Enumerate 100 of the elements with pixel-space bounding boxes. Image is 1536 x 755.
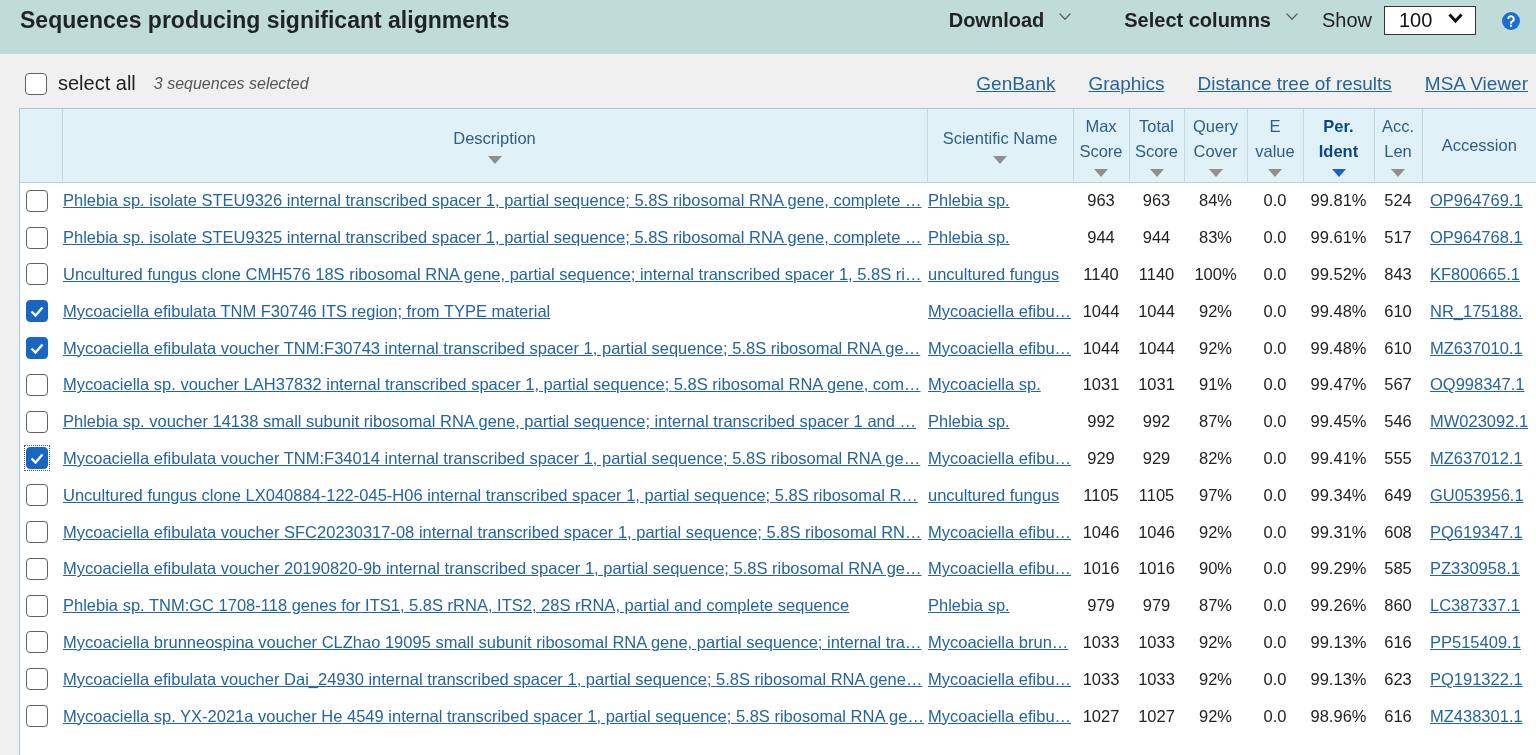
section-title: Sequences producing significant alignments (20, 7, 510, 34)
table-cell-text: 0.0 (1262, 300, 1288, 322)
dropdown-menu-button[interactable]: Select columns (1124, 9, 1298, 32)
accession-link[interactable]: KF800665.1 (1430, 265, 1520, 283)
description-link[interactable]: Mycoaciella sp. voucher LAH37832 internal transcribed spacer 1, partial sequence; 5.8S ribosomal RNA gene, com… (63, 375, 921, 394)
table-cell-text: 610 (1383, 337, 1413, 359)
scientific-name-link[interactable]: Phlebia sp. (928, 191, 1010, 210)
column-header[interactable]: Total Score (1129, 109, 1184, 182)
table-cell-text: 944 (1141, 227, 1172, 249)
sort-arrow-icon (1331, 168, 1346, 177)
toolbar-link[interactable]: Graphics (1088, 72, 1165, 95)
table-cell-text: 99.47% (1309, 374, 1368, 396)
table-cell-text: 1027 (1081, 705, 1121, 727)
row-checkbox[interactable] (24, 592, 50, 619)
scientific-name-link[interactable]: Phlebia sp. (928, 228, 1010, 247)
table-cell: 84% (1184, 182, 1247, 220)
accession-link[interactable]: PQ191322.1 (1430, 669, 1523, 688)
scientific-name-link[interactable]: Mycoaciella brun… (928, 632, 1069, 651)
column-header[interactable]: Scientific Name (927, 109, 1073, 182)
table-cell: 99.81% (1303, 182, 1374, 220)
accession-link[interactable]: MZ637012.1 (1430, 448, 1523, 467)
description-link[interactable]: Uncultured fungus clone LX040884-122-045-H06 internal transcribed spacer 1, partial sequence; 5.8S ribosomal R… (63, 485, 918, 504)
dropdown-menu-button[interactable]: Download (948, 9, 1072, 32)
column-header[interactable]: Max Score (1073, 109, 1129, 182)
scientific-name-link[interactable]: Phlebia sp. (928, 596, 1010, 615)
table-cell-text: 92% (1198, 521, 1233, 543)
scientific-name-link[interactable]: Phlebia sp. (928, 412, 1010, 431)
row-checkbox[interactable] (24, 666, 50, 693)
select-all-checkbox[interactable] (25, 72, 47, 95)
row-checkbox[interactable] (24, 703, 50, 730)
checkmark-icon (30, 342, 44, 354)
column-header[interactable]: Acc. Len (1374, 109, 1422, 182)
description-link[interactable]: Mycoaciella efibulata voucher 20190820-9b internal transcribed spacer 1, partial sequence; 5.8S ribosomal RNA ge… (63, 559, 922, 578)
column-header[interactable]: Query Cover (1184, 109, 1247, 182)
column-header[interactable]: Per. Ident (1303, 109, 1374, 182)
accession-link[interactable]: OP964769.1 (1430, 191, 1523, 210)
toolbar-link[interactable]: MSA Viewer (1424, 72, 1528, 95)
accession-link[interactable]: PZ330958.1 (1430, 559, 1520, 578)
row-checkbox[interactable] (24, 629, 50, 656)
page-size-select[interactable]: 100 (1384, 6, 1476, 35)
scientific-name-link[interactable]: uncultured fungus (928, 485, 1060, 504)
table-cell-text: 92% (1198, 631, 1233, 653)
table-cell-text: 929 (1141, 447, 1172, 469)
description-link[interactable]: Phlebia sp. isolate STEU9325 internal transcribed spacer 1, partial sequence; 5.8S ribosomal RNA gene, complete … (63, 228, 922, 247)
scientific-name-link[interactable]: Mycoaciella efibu… (928, 301, 1072, 320)
accession-link[interactable]: LC387337.1 (1430, 596, 1520, 615)
description-link[interactable]: Mycoaciella efibulata voucher TNM:F30743 internal transcribed spacer 1, partial sequence; 5.8S ribosomal RNA ge… (63, 338, 921, 357)
scientific-name-link[interactable]: uncultured fungus (928, 265, 1060, 283)
table-cell-text: 99.45% (1309, 411, 1368, 433)
help-icon[interactable] (1502, 11, 1520, 30)
table-cell-text: 0.0 (1262, 227, 1288, 249)
scientific-name-link[interactable]: Mycoaciella efibu… (928, 559, 1072, 578)
description-link[interactable]: Phlebia sp. isolate STEU9326 internal transcribed spacer 1, partial sequence; 5.8S ribosomal RNA gene, complete … (63, 191, 922, 210)
row-checkbox[interactable] (24, 408, 50, 435)
scientific-name-link[interactable]: Mycoaciella efibu… (928, 448, 1072, 467)
toolbar-link[interactable]: Distance tree of results (1197, 72, 1392, 95)
description-link[interactable]: Mycoaciella efibulata voucher TNM:F34014 internal transcribed spacer 1, partial sequence; 5.8S ribosomal RNA ge… (63, 448, 921, 467)
description-link[interactable]: Mycoaciella efibulata voucher SFC20230317-08 internal transcribed spacer 1, partial sequence; 5.8S ribosomal RN… (63, 522, 922, 541)
description-link[interactable]: Mycoaciella brunneospina voucher CLZhao 19095 small subunit ribosomal RNA gene, partial sequence; internal tra… (63, 632, 922, 651)
description-link[interactable]: Mycoaciella efibulata voucher Dai_24930 internal transcribed spacer 1, partial sequence; 5.8S ribosomal RNA gene… (63, 669, 923, 688)
row-checkbox[interactable] (24, 519, 50, 546)
accession-link[interactable]: OP964768.1 (1430, 228, 1523, 247)
accession-link[interactable]: MW023092.1 (1430, 412, 1529, 431)
accession-link[interactable]: MZ637010.1 (1430, 338, 1523, 357)
row-checkbox[interactable] (24, 555, 50, 582)
row-checkbox[interactable] (24, 335, 50, 362)
scientific-name-link[interactable]: Mycoaciella efibu… (928, 522, 1072, 541)
accession-link[interactable]: GU053956.1 (1430, 485, 1524, 504)
description-link[interactable]: Phlebia sp. TNM:GC 1708-118 genes for ITS1, 5.8S rRNA, ITS2, 28S rRNA, partial and complete sequence (63, 596, 850, 615)
row-checkbox[interactable] (24, 298, 50, 325)
description-link[interactable]: Uncultured fungus clone CMH576 18S ribosomal RNA gene, partial sequence; internal transcribed spacer 1, 5.8S ri… (63, 265, 922, 283)
scientific-name-link[interactable]: Mycoaciella efibu… (928, 338, 1072, 357)
description-link[interactable]: Mycoaciella sp. YX-2021a voucher He 4549 internal transcribed spacer 1, partial sequence; 5.8S ribosomal RNA ge… (63, 706, 924, 725)
scientific-name-link[interactable]: Mycoaciella sp. (928, 375, 1041, 394)
column-header[interactable]: E value (1247, 109, 1303, 182)
accession-link[interactable]: MZ438301.1 (1430, 706, 1523, 725)
row-checkbox[interactable] (24, 261, 50, 288)
chevron-down-icon (1059, 12, 1072, 20)
toolbar-link[interactable]: GenBank (976, 72, 1056, 95)
column-header[interactable]: Description (62, 109, 927, 182)
accession-link[interactable]: OQ998347.1 (1430, 375, 1525, 394)
description-link[interactable]: Mycoaciella efibulata TNM F30746 ITS region; from TYPE material (63, 301, 551, 320)
table-cell-text: 100% (1193, 264, 1238, 285)
row-checkbox[interactable] (24, 371, 50, 398)
table-cell-text: 944 (1086, 227, 1116, 249)
row-checkbox[interactable] (24, 445, 50, 472)
table-cell-text: 0.0 (1262, 411, 1288, 433)
description-link[interactable]: Phlebia sp. voucher 14138 small subunit ribosomal RNA gene, partial sequence; internal transcribed spacer 1 and … (63, 412, 916, 431)
scientific-name-link[interactable]: Mycoaciella efibu… (928, 706, 1072, 725)
table-cell-text: 555 (1383, 447, 1413, 469)
row-checkbox[interactable] (24, 482, 50, 509)
table-cell-text: 83% (1198, 227, 1233, 249)
table-cell-text: 0.0 (1262, 374, 1288, 396)
accession-link[interactable]: NR_175188. (1430, 301, 1523, 320)
accession-link[interactable]: PP515409.1 (1430, 632, 1521, 651)
row-checkbox[interactable] (24, 224, 50, 251)
row-checkbox[interactable] (24, 187, 50, 214)
scientific-name-link[interactable]: Mycoaciella efibu… (928, 669, 1072, 688)
column-header[interactable]: Accession (1422, 109, 1536, 182)
accession-link[interactable]: PQ619347.1 (1430, 522, 1523, 541)
